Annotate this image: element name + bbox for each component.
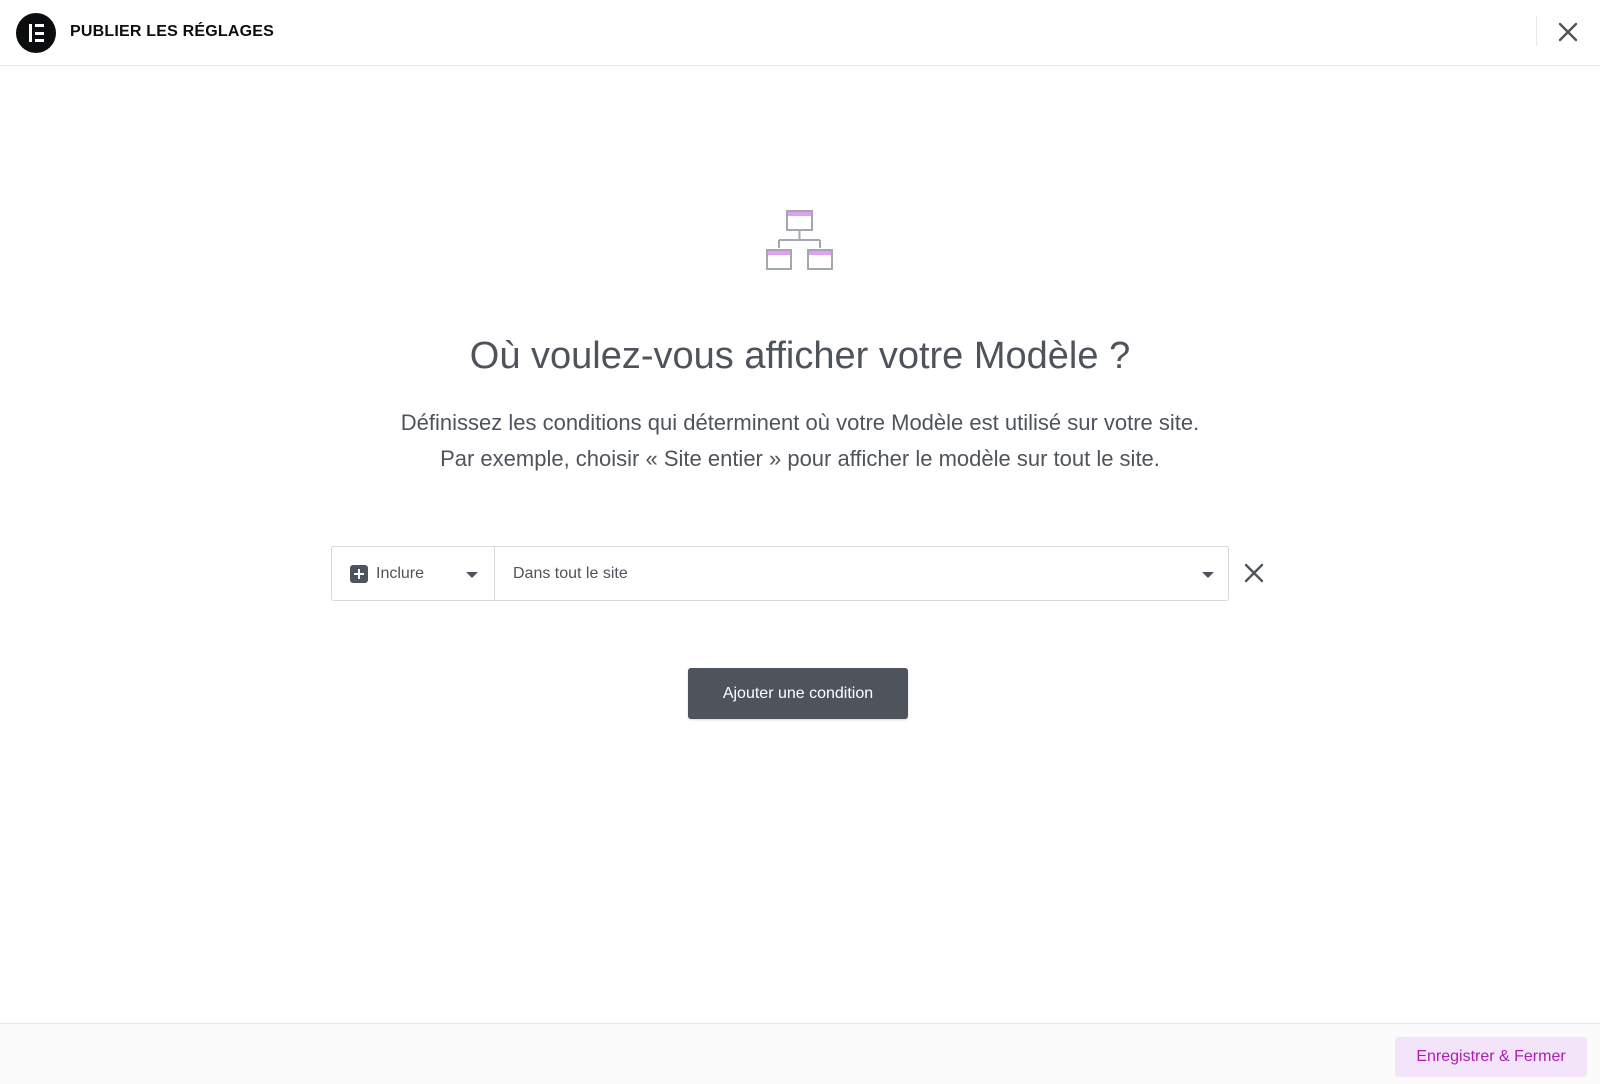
caret-down-icon xyxy=(1202,572,1214,578)
close-icon xyxy=(1244,563,1264,583)
condition-scope-select[interactable]: Dans tout le site xyxy=(495,547,1228,600)
condition-type-value: Inclure xyxy=(376,564,425,582)
close-modal-button[interactable] xyxy=(1553,17,1583,47)
page-title: Où voulez-vous afficher votre Modèle ? xyxy=(469,335,1131,377)
sitemap-icon xyxy=(766,210,833,270)
caret-down-icon xyxy=(466,572,478,578)
close-icon xyxy=(1558,22,1578,42)
condition-scope-value: Dans tout le site xyxy=(513,564,628,582)
remove-condition-button[interactable] xyxy=(1241,560,1267,586)
modal-header: PUBLIER LES RÉGLAGES xyxy=(0,0,1600,66)
description-line-1: Définissez les conditions qui déterminen… xyxy=(400,410,1200,435)
elementor-logo-icon xyxy=(16,13,56,53)
condition-type-select[interactable]: Inclure xyxy=(332,547,495,600)
condition-row: Inclure Dans tout le site xyxy=(331,546,1229,601)
modal-title: PUBLIER LES RÉGLAGES xyxy=(70,23,275,40)
plus-icon xyxy=(350,564,368,583)
add-condition-button[interactable]: Ajouter une condition xyxy=(688,668,908,719)
description-line-2: Par exemple, choisir « Site entier » pou… xyxy=(440,446,1160,471)
save-and-close-button[interactable]: Enregistrer & Fermer xyxy=(1395,1037,1587,1077)
header-divider xyxy=(1536,16,1537,46)
page-description: Définissez les conditions qui déterminen… xyxy=(0,405,1600,477)
modal-footer xyxy=(0,1023,1600,1084)
